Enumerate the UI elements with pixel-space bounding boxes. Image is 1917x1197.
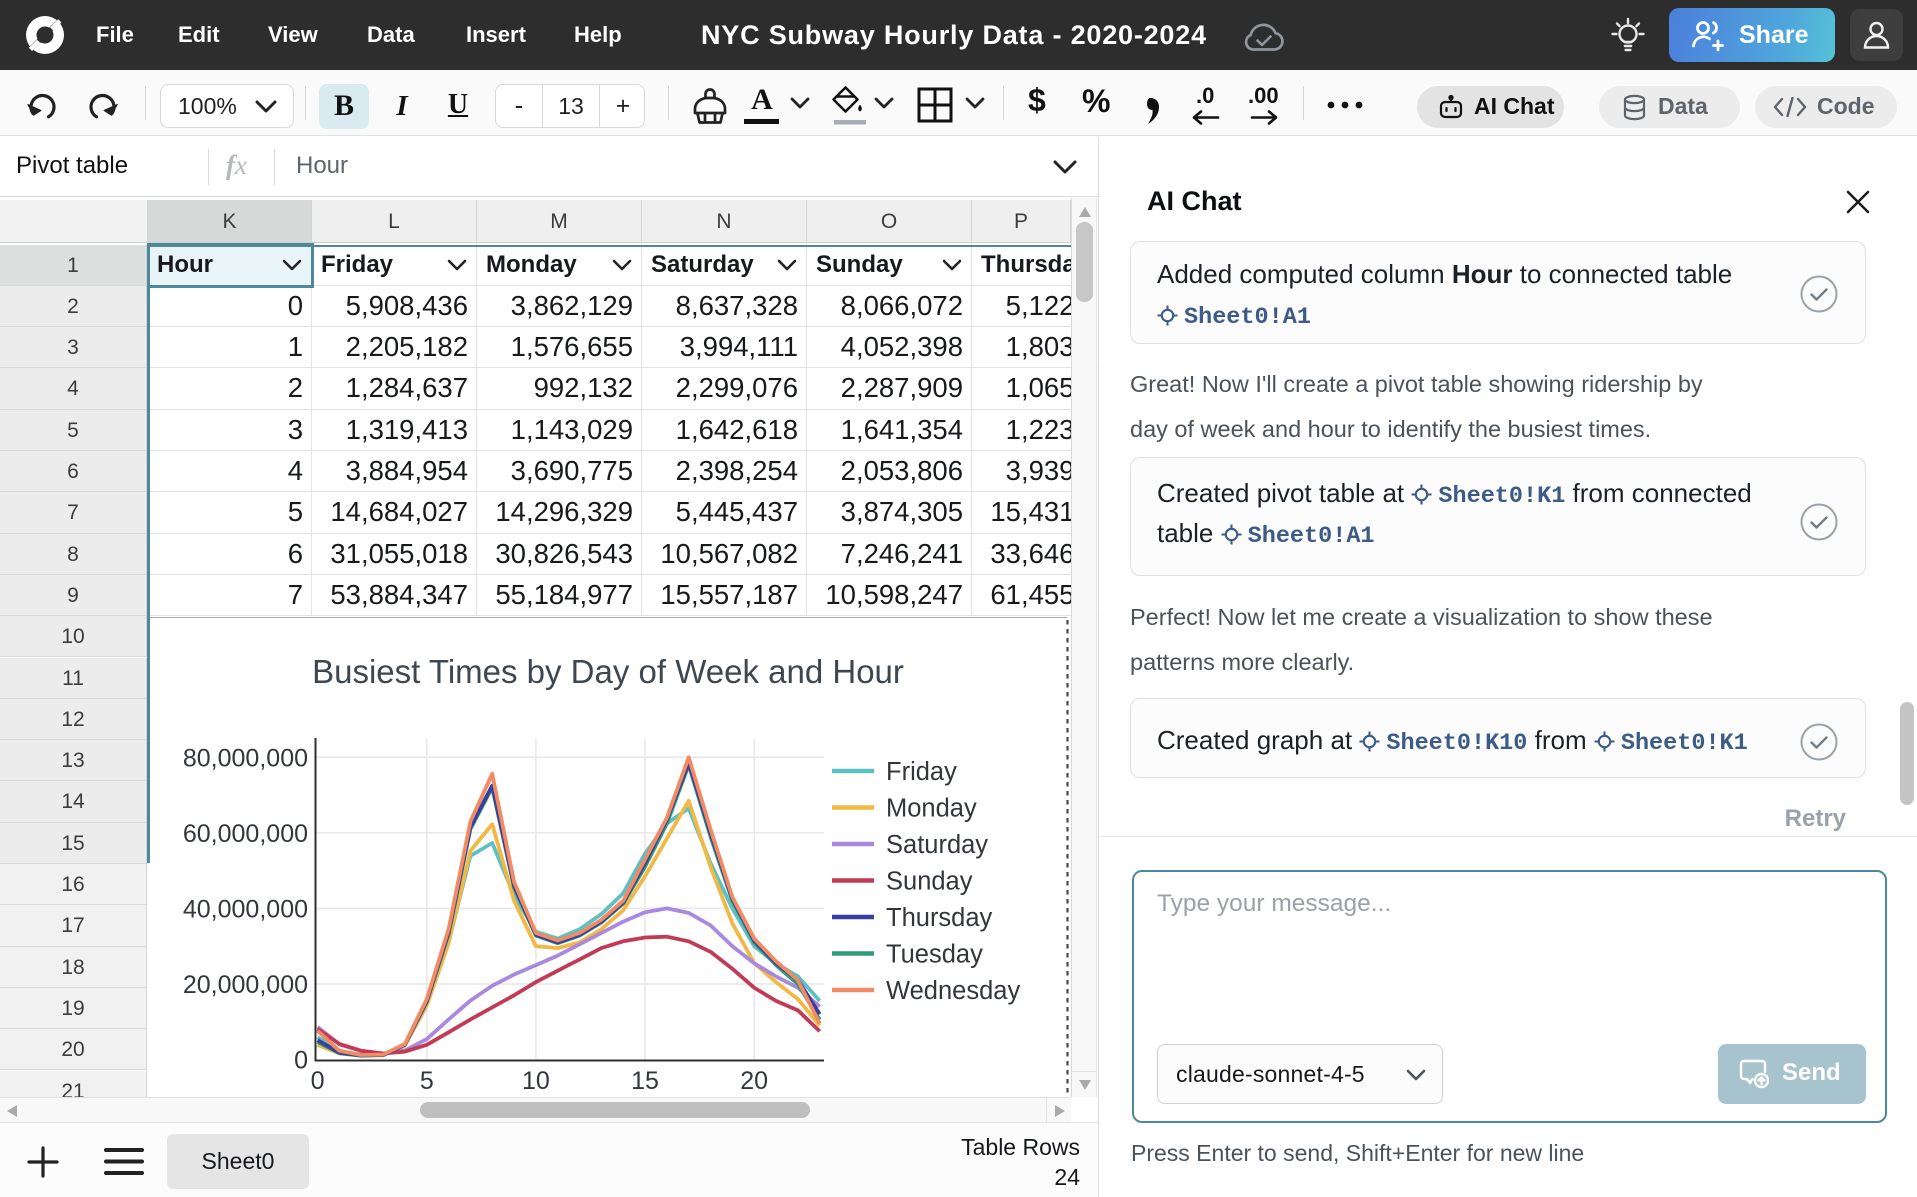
- svg-text:Sunday: Sunday: [886, 868, 973, 896]
- svg-text:Monday: Monday: [886, 795, 977, 823]
- svg-text:Tuesday: Tuesday: [886, 941, 983, 969]
- svg-text:10: 10: [522, 1067, 550, 1095]
- svg-text:20: 20: [740, 1067, 768, 1095]
- svg-text:Wednesday: Wednesday: [886, 977, 1020, 1005]
- svg-text:15: 15: [631, 1067, 659, 1095]
- svg-text:Friday: Friday: [886, 758, 957, 786]
- svg-text:Thursday: Thursday: [886, 904, 993, 932]
- svg-text:40,000,000: 40,000,000: [183, 895, 308, 923]
- svg-text:0: 0: [294, 1047, 308, 1075]
- svg-text:20,000,000: 20,000,000: [183, 971, 308, 999]
- svg-text:5: 5: [420, 1067, 434, 1095]
- svg-text:Busiest Times by Day of Week a: Busiest Times by Day of Week and Hour: [312, 653, 904, 690]
- svg-text:0: 0: [311, 1067, 325, 1095]
- svg-text:60,000,000: 60,000,000: [183, 820, 308, 848]
- svg-text:80,000,000: 80,000,000: [183, 744, 308, 772]
- svg-text:Saturday: Saturday: [886, 831, 988, 859]
